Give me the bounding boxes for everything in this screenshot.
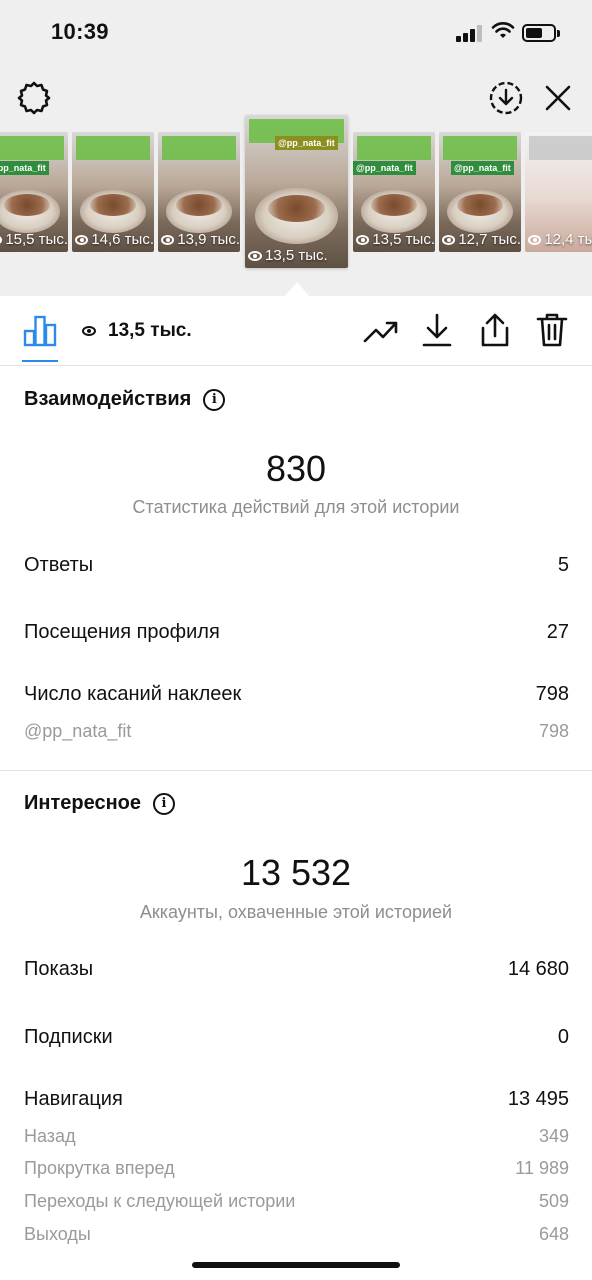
stat-value: 0 xyxy=(557,1026,569,1048)
eye-icon xyxy=(75,234,89,245)
story-views: 12,7 тыс. xyxy=(458,231,521,248)
stat-label: Выходы xyxy=(24,1224,91,1244)
eye-icon xyxy=(161,234,175,245)
save-story-button[interactable] xyxy=(486,78,526,118)
interactions-heading: Взаимодействия i xyxy=(24,388,226,411)
insights-toolbar: 13,5 тыс. xyxy=(0,296,592,366)
story-tag: @pp_nata_fit xyxy=(353,160,416,175)
stat-label: Посещения профиля xyxy=(24,621,220,643)
download-button[interactable] xyxy=(420,312,454,348)
story-carousel[interactable]: @pp_nata_fit 15,5 тыс. 14,6 тыс. 13,9 ты… xyxy=(0,115,592,272)
stat-row-follows: Подписки 0 xyxy=(24,1026,569,1049)
nav-row-forward: Прокрутка вперед 11 989 xyxy=(24,1158,569,1179)
promote-button[interactable] xyxy=(362,314,400,348)
stat-label: Показы xyxy=(24,958,94,980)
story-views: 13,9 тыс. xyxy=(177,231,240,248)
status-bar: 10:39 xyxy=(0,0,592,64)
stat-value: 509 xyxy=(538,1191,569,1211)
selected-story-pointer xyxy=(285,282,309,296)
close-icon xyxy=(545,85,571,111)
eye-icon xyxy=(528,234,542,245)
stat-row-replies: Ответы 5 xyxy=(24,554,569,577)
settings-button[interactable] xyxy=(14,78,54,118)
story-header: @pp_nata_fit 15,5 тыс. 14,6 тыс. 13,9 ты… xyxy=(0,64,592,296)
interactions-total: 830 xyxy=(265,448,327,489)
story-view-count: 13,5 тыс. xyxy=(82,320,192,342)
story-tag: @pp_nata_fit xyxy=(275,136,338,151)
cellular-signal-icon xyxy=(456,24,484,42)
insights-tab[interactable] xyxy=(22,312,58,348)
stat-label: Ответы xyxy=(24,554,94,576)
section-divider xyxy=(0,770,592,771)
eye-icon xyxy=(442,234,456,245)
trending-up-icon xyxy=(363,321,398,343)
eye-icon xyxy=(248,250,262,261)
nav-row-next-story: Переходы к следующей истории 509 xyxy=(24,1191,569,1212)
home-indicator[interactable] xyxy=(192,1262,400,1268)
stat-value: 5 xyxy=(557,554,569,576)
info-icon[interactable]: i xyxy=(203,388,226,411)
bar-chart-icon xyxy=(23,315,57,347)
nav-row-back: Назад 349 xyxy=(24,1126,569,1147)
story-thumbnail[interactable]: 14,6 тыс. xyxy=(72,132,154,252)
stat-label: Переходы к следующей истории xyxy=(24,1191,296,1211)
trash-icon xyxy=(536,313,568,347)
download-icon xyxy=(422,313,452,347)
share-button[interactable] xyxy=(477,312,513,348)
story-thumbnail-selected[interactable]: @pp_nata_fit 13,5 тыс. xyxy=(245,115,348,268)
delete-button[interactable] xyxy=(534,312,570,348)
interactions-title: Взаимодействия xyxy=(24,388,192,410)
info-icon[interactable]: i xyxy=(153,792,175,815)
story-views: 14,6 тыс. xyxy=(91,231,154,248)
wifi-icon xyxy=(491,22,515,38)
stat-value: 798 xyxy=(535,683,569,705)
discovery-caption: Аккаунты, охваченные этой историей xyxy=(139,902,453,922)
story-views: 12,4 тыс. xyxy=(544,231,592,248)
story-views: 13,5 тыс. xyxy=(265,247,328,264)
clock: 10:39 xyxy=(51,19,109,44)
stat-label: Число касаний наклеек xyxy=(24,683,242,705)
stat-value: 27 xyxy=(546,621,569,643)
stat-value: 798 xyxy=(538,721,569,741)
discovery-total: 13 532 xyxy=(240,852,352,893)
story-thumbnail[interactable]: 13,9 тыс. xyxy=(158,132,240,252)
eye-icon xyxy=(356,234,370,245)
download-circle-icon xyxy=(489,81,523,115)
close-button[interactable] xyxy=(538,78,578,118)
eye-icon xyxy=(0,234,3,245)
discovery-title: Интересное xyxy=(24,792,141,814)
stat-label: Прокрутка вперед xyxy=(24,1158,175,1178)
story-views: 15,5 тыс. xyxy=(5,231,68,248)
stat-row-navigation: Навигация 13 495 xyxy=(24,1088,569,1111)
stat-label: @pp_nata_fit xyxy=(24,721,132,741)
stat-label: Назад xyxy=(24,1126,76,1146)
stat-value: 648 xyxy=(538,1224,569,1244)
stat-row-sticker-taps: Число касаний наклеек 798 xyxy=(24,683,569,706)
interactions-caption: Статистика действий для этой истории xyxy=(132,497,460,517)
story-thumbnail[interactable]: 12,4 тыс. xyxy=(525,132,592,252)
story-thumbnail[interactable]: @pp_nata_fit 15,5 тыс. xyxy=(0,132,68,252)
stat-value: 13 495 xyxy=(507,1088,569,1110)
view-count-value: 13,5 тыс. xyxy=(108,320,192,341)
nav-row-exits: Выходы 648 xyxy=(24,1224,569,1245)
stat-label: Навигация xyxy=(24,1088,123,1110)
battery-icon xyxy=(522,24,560,42)
story-tag: @pp_nata_fit xyxy=(451,160,514,175)
story-tag: @pp_nata_fit xyxy=(0,160,49,175)
story-thumbnail[interactable]: @pp_nata_fit 13,5 тыс. xyxy=(353,132,435,252)
stat-row-sticker-mention: @pp_nata_fit 798 xyxy=(24,721,569,742)
active-tab-indicator xyxy=(22,360,58,362)
gear-icon xyxy=(17,81,51,115)
stat-row-profile-visits: Посещения профиля 27 xyxy=(24,621,569,644)
story-thumbnail[interactable]: @pp_nata_fit 12,7 тыс. xyxy=(439,132,521,252)
stat-value: 11 989 xyxy=(515,1158,569,1178)
discovery-heading: Интересное i xyxy=(24,792,175,815)
story-views: 13,5 тыс. xyxy=(372,231,435,248)
stat-value: 349 xyxy=(538,1126,569,1146)
stat-value: 14 680 xyxy=(507,958,569,980)
eye-icon xyxy=(82,326,96,336)
share-icon xyxy=(481,313,509,347)
stat-label: Подписки xyxy=(24,1026,113,1048)
stat-row-impressions: Показы 14 680 xyxy=(24,958,569,981)
